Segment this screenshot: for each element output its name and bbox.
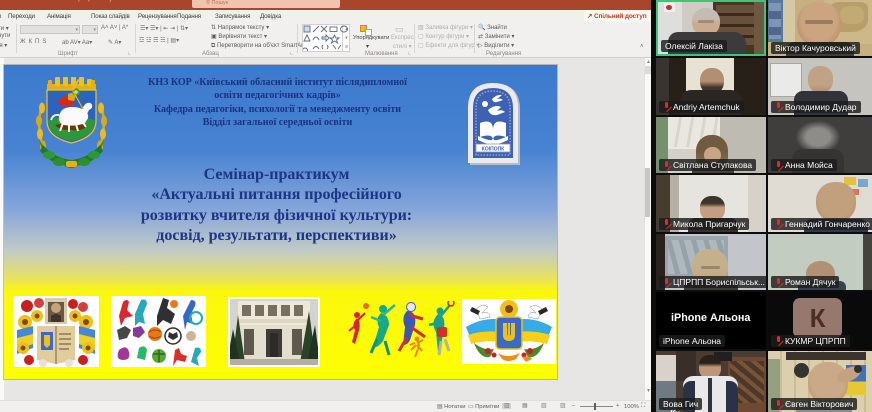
svg-text:КОІПОПК: КОІПОПК xyxy=(482,147,505,153)
